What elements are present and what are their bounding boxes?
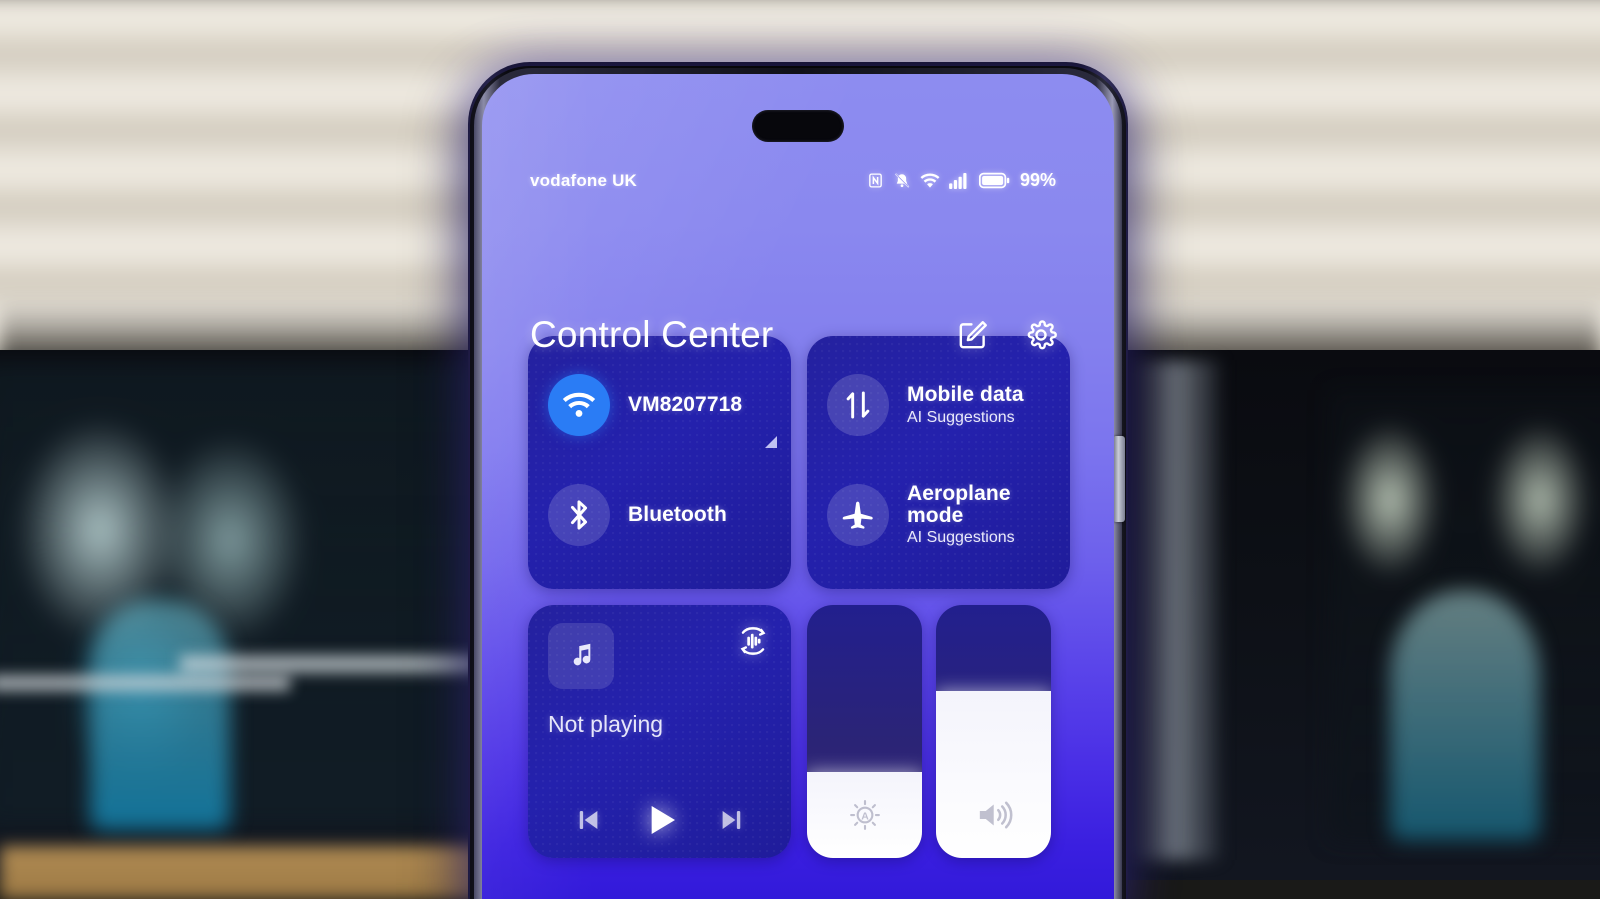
cabinet-edge xyxy=(1130,360,1220,860)
gear-icon[interactable] xyxy=(1024,318,1058,352)
audio-output-icon[interactable] xyxy=(735,623,771,659)
media-header xyxy=(548,623,771,689)
brightness-slider[interactable]: A xyxy=(807,605,922,858)
quick-settings-grid: VM8207718 Bluetooth Mobile data AI Sugge… xyxy=(528,336,1070,858)
volume-icon xyxy=(975,798,1013,832)
tile-row-connectivity: VM8207718 Bluetooth Mobile data AI Sugge… xyxy=(528,336,1070,589)
aeroplane-label: Aeroplane mode xyxy=(907,482,1011,527)
next-track-icon[interactable] xyxy=(717,805,747,835)
mobile-data-text-block: Mobile data AI Suggestions xyxy=(907,383,1024,427)
control-center-header: Control Center xyxy=(482,314,1114,356)
mobile-data-label: Mobile data xyxy=(907,383,1024,406)
data-transfer-icon xyxy=(827,374,889,436)
data-aeroplane-panel: Mobile data AI Suggestions Aeroplane mod… xyxy=(807,336,1070,589)
wifi-icon xyxy=(920,173,940,189)
media-player-tile[interactable]: Not playing xyxy=(528,605,791,858)
shelf-plank-right xyxy=(180,655,480,673)
slider-group: A xyxy=(807,605,1051,858)
page-title: Control Center xyxy=(530,314,774,355)
previous-track-icon[interactable] xyxy=(573,805,603,835)
mobile-data-sublabel: AI Suggestions xyxy=(907,409,1015,426)
bluetooth-text-block: Bluetooth xyxy=(628,503,727,527)
album-art-placeholder xyxy=(548,623,614,689)
bell-muted-icon xyxy=(893,172,911,190)
carrier-label: vodafone UK xyxy=(530,170,638,190)
tile-aeroplane-mode[interactable]: Aeroplane mode AI Suggestions xyxy=(807,460,1070,570)
status-bar: vodafone UK 99% xyxy=(482,170,1114,191)
tile-bluetooth[interactable]: Bluetooth xyxy=(528,460,791,570)
cellular-signal-icon xyxy=(949,172,970,189)
wifi-bluetooth-panel: VM8207718 Bluetooth xyxy=(528,336,791,589)
right-teal-bottle xyxy=(1390,590,1540,840)
volume-slider[interactable] xyxy=(936,605,1051,858)
tile-mobile-data[interactable]: Mobile data AI Suggestions xyxy=(807,350,1070,460)
wifi-tile-icon xyxy=(548,374,610,436)
wifi-expand-indicator[interactable] xyxy=(765,436,777,448)
aeroplane-sublabel: AI Suggestions xyxy=(907,528,1015,546)
power-button[interactable] xyxy=(1113,436,1125,522)
wifi-label: VM8207718 xyxy=(628,393,743,416)
media-status-label: Not playing xyxy=(548,711,664,737)
volume-slider-fill xyxy=(936,691,1051,858)
header-action-group xyxy=(956,318,1058,352)
media-transport-controls xyxy=(548,800,771,842)
left-teal-bottle xyxy=(90,600,230,830)
brightness-auto-icon: A xyxy=(848,798,882,832)
screenshot-root: vodafone UK 99% Control Center VM8207718… xyxy=(0,0,1600,899)
battery-percent-label: 99% xyxy=(1019,170,1056,190)
aeroplane-icon xyxy=(827,484,889,546)
svg-text:A: A xyxy=(861,811,869,822)
bluetooth-label: Bluetooth xyxy=(628,503,727,526)
shelf-plank-left xyxy=(0,675,290,691)
tile-wifi[interactable]: VM8207718 xyxy=(528,350,791,460)
status-icon-group: 99% xyxy=(867,170,1056,191)
music-note-icon xyxy=(567,640,595,673)
left-glassware xyxy=(0,360,520,830)
edit-icon[interactable] xyxy=(956,318,990,352)
bluetooth-tile-icon xyxy=(548,484,610,546)
play-icon[interactable] xyxy=(640,800,680,840)
aeroplane-text-block: Aeroplane mode AI Suggestions xyxy=(907,483,1070,547)
battery-icon xyxy=(978,172,1010,189)
camera-notch xyxy=(752,110,844,142)
phone-screen: vodafone UK 99% Control Center VM8207718… xyxy=(482,74,1114,899)
nfc-icon xyxy=(867,172,884,189)
tile-row-media-sliders: Not playing A xyxy=(528,605,1070,858)
wifi-text-block: VM8207718 xyxy=(628,393,742,417)
